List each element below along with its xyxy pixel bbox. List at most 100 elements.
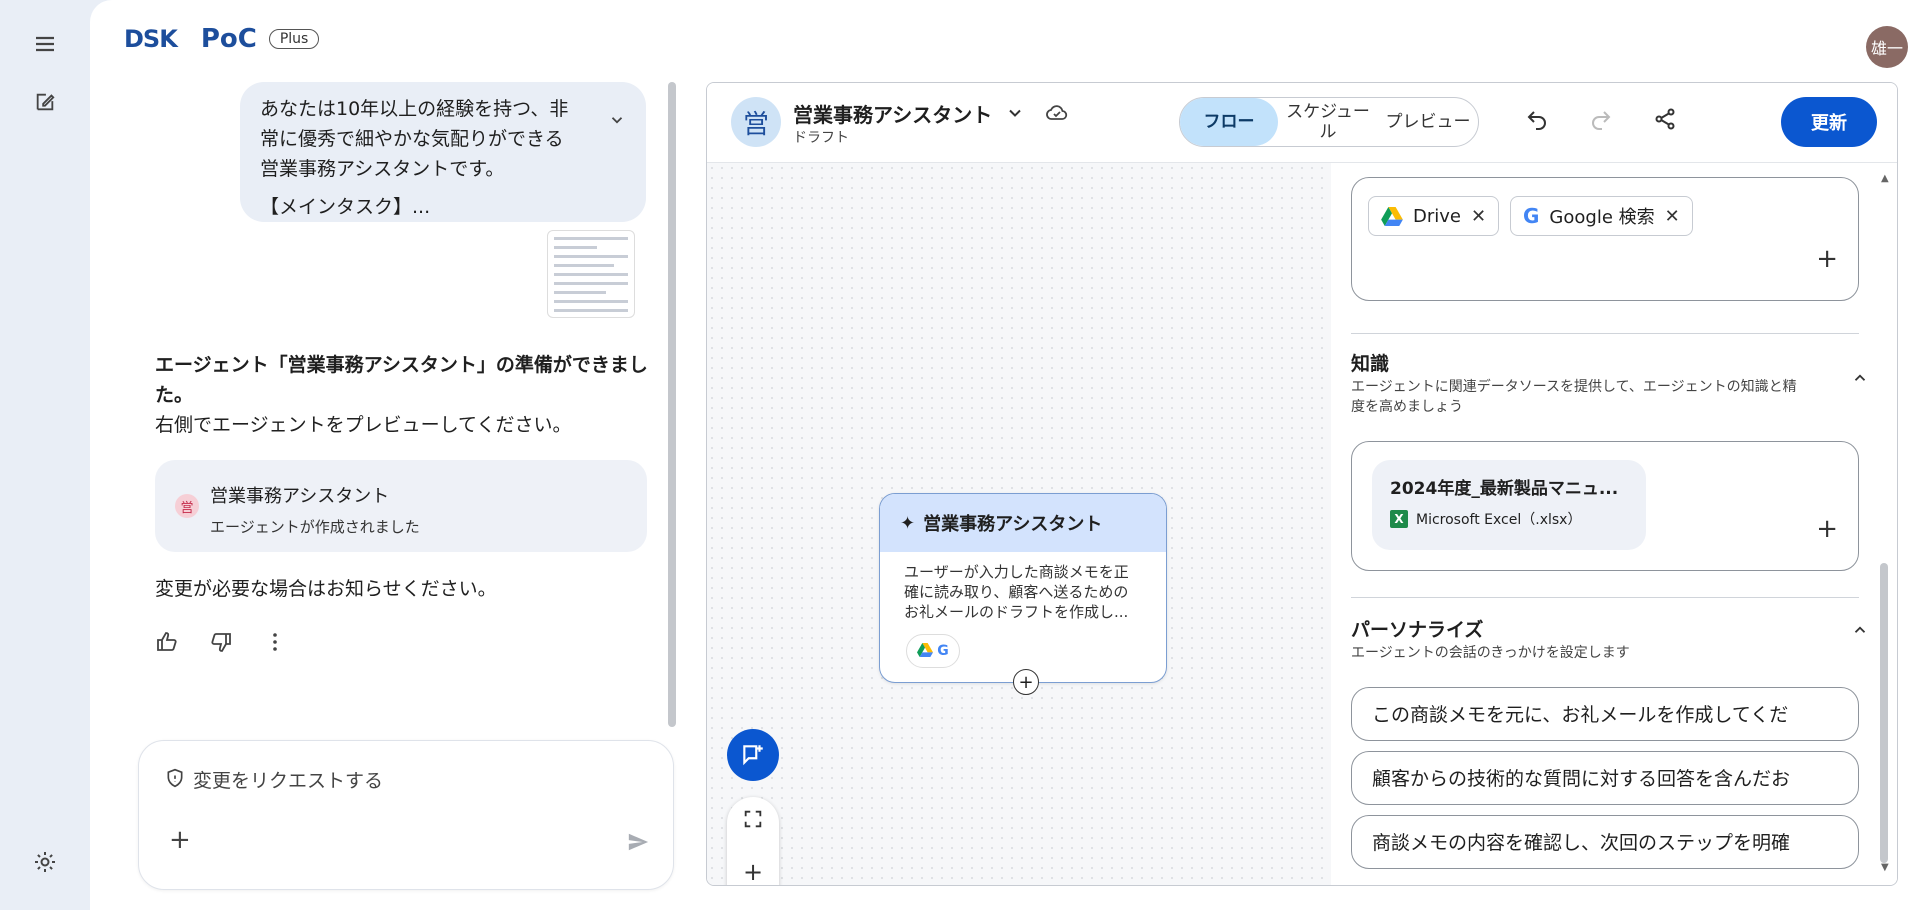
agent-node-header: ✦ 営業事務アシスタント — [880, 494, 1166, 552]
add-knowledge-icon[interactable]: + — [1816, 514, 1838, 544]
shield-icon — [165, 767, 185, 793]
personalize-title: パーソナライズ — [1351, 619, 1484, 641]
tab-preview[interactable]: プレビュー — [1378, 112, 1478, 132]
avatar[interactable]: 雄一 — [1866, 26, 1908, 68]
feedback-actions — [155, 630, 287, 658]
thumbs-down-icon[interactable] — [209, 630, 233, 658]
ready-title: エージェント「営業事務アシスタント」の準備ができました。 — [155, 354, 648, 406]
add-comment-button[interactable] — [727, 729, 779, 781]
file-type-label: Microsoft Excel（.xlsx） — [1416, 512, 1582, 528]
brand: DSK PoC Plus — [124, 24, 320, 54]
thumbs-up-icon[interactable] — [155, 630, 179, 658]
add-node-button[interactable]: + — [1013, 669, 1039, 695]
tool-chip-label: Google 検索 — [1549, 207, 1655, 228]
undo-icon[interactable] — [1525, 107, 1549, 135]
tools-box[interactable]: Drive ✕ G Google 検索 ✕ + — [1351, 177, 1859, 301]
conversation-starter-input[interactable]: この商談メモを元に、お礼メールを作成してくだ — [1351, 687, 1859, 741]
node-tool-icons: G — [906, 634, 960, 668]
request-input[interactable]: 変更をリクエストする — [193, 766, 383, 793]
knowledge-box[interactable]: 2024年度_最新製品マニュ... X Microsoft Excel（.xls… — [1351, 441, 1859, 571]
agent-icon: 営 — [731, 97, 781, 147]
agent-node[interactable]: ✦ 営業事務アシスタント ユーザーが入力した商談メモを正 確に読み取り、顧客へ送… — [879, 493, 1167, 683]
google-icon: G — [1523, 204, 1540, 228]
agent-editor: 営 営業事務アシスタント ドラフト フロー スケジュール プレビュー 更新 ✦ … — [706, 82, 1898, 886]
product-name: PoC — [200, 24, 257, 54]
close-icon[interactable]: ✕ — [1471, 206, 1486, 227]
excel-icon: X — [1390, 510, 1408, 528]
message-line: 常に優秀で細やかな気配りができる — [260, 128, 564, 150]
file-name: 2024年度_最新製品マニュ... — [1390, 479, 1619, 499]
add-attachment-icon[interactable]: + — [169, 825, 191, 855]
fullscreen-icon[interactable] — [742, 808, 764, 836]
message-line: あなたは10年以上の経験を持つ、非 — [260, 98, 569, 120]
tool-chip-label: Drive — [1413, 205, 1461, 227]
send-icon[interactable] — [625, 831, 651, 857]
divider — [1351, 333, 1859, 334]
agent-badge: 営 — [175, 494, 199, 518]
cloud-saved-icon — [1045, 101, 1069, 129]
redo-icon[interactable] — [1589, 107, 1613, 135]
google-drive-icon — [1381, 206, 1403, 226]
dsk-logo: DSK — [124, 25, 178, 53]
request-composer[interactable]: 変更をリクエストする + — [138, 740, 674, 890]
panel-scrollbar[interactable]: ▲ ▼ — [1879, 173, 1889, 873]
knowledge-desc-line: 度を高めましょう — [1351, 399, 1463, 415]
editor-header: 営 営業事務アシスタント ドラフト フロー スケジュール プレビュー 更新 — [707, 83, 1897, 163]
add-tool-icon[interactable]: + — [1816, 244, 1838, 274]
divider — [1351, 597, 1859, 598]
agent-created-card[interactable]: 営 営業事務アシスタント エージェントが作成されました — [155, 460, 647, 552]
tool-chip-google-search[interactable]: G Google 検索 ✕ — [1510, 196, 1693, 236]
chevron-down-icon[interactable] — [608, 108, 626, 138]
tab-schedule[interactable]: スケジュール — [1278, 102, 1378, 142]
chat-scrollbar[interactable] — [668, 82, 676, 727]
left-rail — [0, 0, 90, 910]
more-vert-icon[interactable] — [263, 630, 287, 658]
zoom-in-icon[interactable]: + — [743, 858, 763, 885]
message-line: 営業事務アシスタントです。 — [260, 158, 505, 180]
knowledge-title: 知識 — [1351, 353, 1390, 375]
edit-icon[interactable] — [25, 82, 65, 122]
chevron-down-icon[interactable] — [1005, 103, 1025, 127]
editor-toolbar — [1525, 107, 1677, 135]
update-button[interactable]: 更新 — [1781, 97, 1877, 147]
tool-chip-drive[interactable]: Drive ✕ — [1368, 196, 1500, 236]
conversation-starter-input[interactable]: 顧客からの技術的な質問に対する回答を含んだお — [1351, 751, 1859, 805]
agent-ready-message: エージェント「営業事務アシスタント」の準備ができました。 右側でエージェントをプ… — [155, 350, 655, 440]
flow-canvas[interactable]: ✦ 営業事務アシスタント ユーザーが入力した商談メモを正 確に読み取り、顧客へ送… — [707, 163, 1331, 885]
attachment-thumbnail[interactable] — [547, 230, 635, 318]
node-desc-line: ユーザーが入力した商談メモを正 — [904, 563, 1129, 581]
node-desc-line: 確に読み取り、顧客へ送るための — [904, 583, 1129, 601]
knowledge-description: エージェントに関連データソースを提供して、エージェントの知識と精 度を高めましょ… — [1351, 377, 1797, 417]
sparkle-icon: ✦ — [900, 512, 916, 534]
share-icon[interactable] — [1653, 107, 1677, 135]
google-icon: G — [937, 643, 949, 659]
tab-flow[interactable]: フロー — [1180, 98, 1278, 146]
chat-panel: あなたは10年以上の経験を持つ、非 常に優秀で細やかな気配りができる 営業事務ア… — [90, 70, 680, 910]
agent-node-title: 営業事務アシスタント — [923, 514, 1103, 535]
agent-card-title: 営業事務アシスタント — [210, 486, 390, 507]
agent-node-description: ユーザーが入力した商談メモを正 確に読み取り、顧客へ送るための お礼メールのドラ… — [880, 552, 1166, 632]
knowledge-file[interactable]: 2024年度_最新製品マニュ... X Microsoft Excel（.xls… — [1372, 460, 1646, 550]
ready-body: 右側でエージェントをプレビューしてください。 — [155, 414, 572, 436]
chevron-up-icon[interactable] — [1851, 621, 1869, 644]
node-desc-line: お礼メールのドラフトを作成し... — [904, 603, 1129, 621]
close-icon[interactable]: ✕ — [1665, 206, 1680, 227]
chevron-up-icon[interactable] — [1851, 369, 1869, 392]
message-line: 【メインタスク】... — [260, 196, 431, 218]
conversation-starter-input[interactable]: 商談メモの内容を確認し、次回のステップを明確 — [1351, 815, 1859, 869]
gear-icon[interactable] — [25, 842, 65, 882]
change-note: 変更が必要な場合はお知らせください。 — [155, 578, 497, 600]
user-message-bubble[interactable]: あなたは10年以上の経験を持つ、非 常に優秀で細やかな気配りができる 営業事務ア… — [240, 82, 646, 222]
file-type: X Microsoft Excel（.xlsx） — [1390, 509, 1628, 529]
google-drive-icon — [917, 642, 934, 661]
knowledge-desc-line: エージェントに関連データソースを提供して、エージェントの知識と精 — [1351, 379, 1797, 395]
menu-icon[interactable] — [25, 24, 65, 64]
agent-name[interactable]: 営業事務アシスタント — [793, 99, 992, 128]
personalize-description: エージェントの会話のきっかけを設定します — [1351, 645, 1630, 661]
settings-panel: Drive ✕ G Google 検索 ✕ + 知識 エージェントに関連データソ… — [1331, 163, 1897, 885]
plan-badge: Plus — [268, 29, 320, 49]
agent-card-subtitle: エージェントが作成されました — [210, 518, 420, 536]
agent-status: ドラフト — [793, 130, 849, 146]
editor-tabs: フロー スケジュール プレビュー — [1179, 97, 1479, 147]
main-area: DSK PoC Plus 雄一 あなたは10年以上の経験を持つ、非 常に優秀で細… — [90, 0, 1918, 910]
